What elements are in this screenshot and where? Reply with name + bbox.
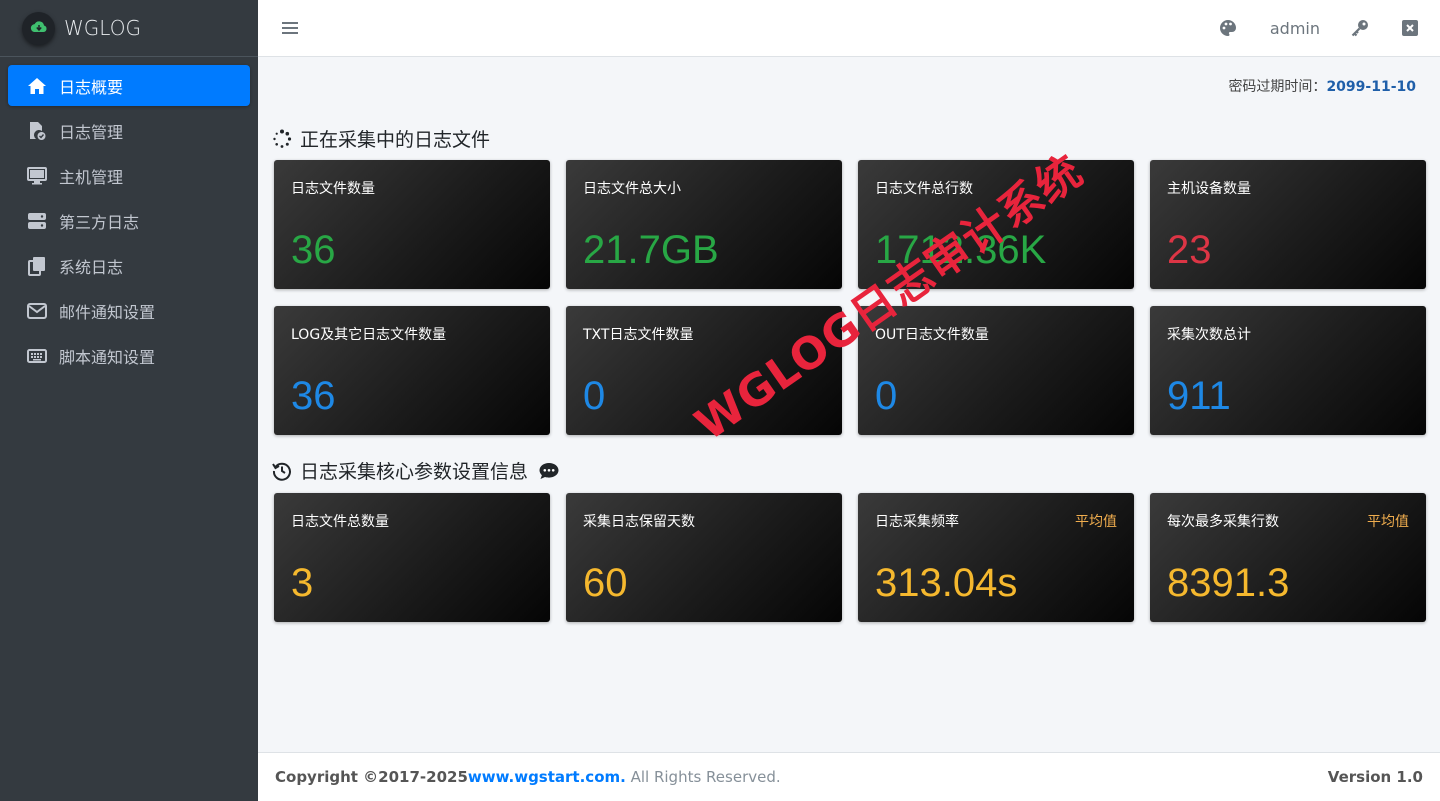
palette-icon[interactable]: [1218, 18, 1238, 38]
sidebar: WGLOG 日志概要 日志管理 主机管理 第三方日志 系统日志 邮件通知设置 脚…: [0, 0, 258, 801]
footer-version: Version 1.0: [1327, 768, 1423, 786]
password-expiry-date: 2099-11-10: [1326, 79, 1416, 95]
server-icon: [26, 210, 48, 232]
username[interactable]: admin: [1270, 19, 1320, 38]
card-value: 911: [1167, 374, 1231, 418]
card-value: 36: [291, 374, 336, 418]
history-icon: [272, 460, 294, 482]
footer-rights: All Rights Reserved.: [625, 768, 781, 786]
navbar-right: admin: [1218, 18, 1440, 38]
stat-card-max-lines: 每次最多采集行数 平均值 8391.3: [1150, 493, 1426, 622]
main-content: 密码过期时间：2099-11-10 正在采集中的日志文件 日志文件数量 36 日…: [258, 57, 1440, 752]
card-value: 0: [583, 374, 606, 418]
card-label: 采集次数总计: [1167, 327, 1251, 343]
stat-card-log-other-count: LOG及其它日志文件数量 36: [274, 306, 550, 435]
card-value: 21.7GB: [583, 228, 719, 272]
stat-card-collect-total: 采集次数总计 911: [1150, 306, 1426, 435]
stat-card-retention-days: 采集日志保留天数 60: [566, 493, 842, 622]
card-value: 0: [875, 374, 898, 418]
brand[interactable]: WGLOG: [0, 0, 258, 57]
bars-icon[interactable]: [282, 16, 302, 40]
card-label: 日志文件总行数: [875, 181, 973, 197]
card-value: 313.04s: [875, 561, 1018, 605]
brand-name: WGLOG: [64, 16, 141, 40]
card-label: 每次最多采集行数: [1167, 514, 1279, 530]
card-label: 日志文件总数量: [291, 514, 389, 530]
close-square-icon[interactable]: [1400, 18, 1420, 38]
section-title-core-params: 日志采集核心参数设置信息: [272, 457, 566, 484]
card-label: 采集日志保留天数: [583, 514, 695, 530]
monitor-icon: [26, 165, 48, 187]
copy-icon: [26, 255, 48, 277]
footer: Copyright ©2017-2025 www.wgstart.com. Al…: [258, 752, 1440, 801]
home-icon: [26, 75, 48, 97]
sidebar-item-label: 日志管理: [59, 122, 124, 142]
spinner-icon: [272, 128, 294, 150]
sidebar-item-log-overview[interactable]: 日志概要: [8, 65, 250, 106]
sidebar-item-label: 系统日志: [59, 257, 124, 277]
card-value: 23: [1167, 228, 1212, 272]
card-label: 日志采集频率: [875, 514, 959, 530]
average-tag: 平均值: [1367, 514, 1409, 530]
card-value: 36: [291, 228, 336, 272]
key-icon[interactable]: [1350, 18, 1370, 38]
sidebar-item-script-notification[interactable]: 脚本通知设置: [8, 335, 250, 376]
card-value: 8391.3: [1167, 561, 1290, 605]
sidebar-nav: 日志概要 日志管理 主机管理 第三方日志 系统日志 邮件通知设置 脚本通知设置: [0, 57, 258, 388]
sidebar-item-label: 脚本通知设置: [59, 347, 156, 367]
sidebar-item-third-party-logs[interactable]: 第三方日志: [8, 200, 250, 241]
stat-card-out-count: OUT日志文件数量 0: [858, 306, 1134, 435]
top-navbar: admin: [258, 0, 1440, 57]
card-label: LOG及其它日志文件数量: [291, 327, 447, 343]
card-value: 3: [291, 561, 314, 605]
section-title-text: 日志采集核心参数设置信息: [300, 461, 529, 483]
card-label: TXT日志文件数量: [583, 327, 694, 343]
envelope-icon: [26, 300, 48, 322]
stat-card-collect-frequency: 日志采集频率 平均值 313.04s: [858, 493, 1134, 622]
sidebar-item-email-notification[interactable]: 邮件通知设置: [8, 290, 250, 331]
sidebar-item-host-management[interactable]: 主机管理: [8, 155, 250, 196]
sidebar-item-label: 第三方日志: [59, 212, 140, 232]
card-label: 主机设备数量: [1167, 181, 1251, 197]
keyboard-icon: [26, 345, 48, 367]
card-label: 日志文件总大小: [583, 181, 681, 197]
file-check-icon: [26, 120, 48, 142]
stat-card-log-file-count: 日志文件数量 36: [274, 160, 550, 289]
password-expiry: 密码过期时间：2099-11-10: [1228, 76, 1416, 96]
average-tag: 平均值: [1075, 514, 1117, 530]
card-value: 60: [583, 561, 628, 605]
stat-card-host-count: 主机设备数量 23: [1150, 160, 1426, 289]
section-title-collecting: 正在采集中的日志文件: [272, 125, 490, 152]
sidebar-item-system-logs[interactable]: 系统日志: [8, 245, 250, 286]
sidebar-item-log-management[interactable]: 日志管理: [8, 110, 250, 151]
cloud-logo-icon: [22, 11, 55, 45]
footer-copyright: Copyright ©2017-2025: [275, 768, 468, 786]
sidebar-item-label: 邮件通知设置: [59, 302, 156, 322]
comment-dots-icon: [538, 460, 560, 482]
sidebar-item-label: 日志概要: [59, 77, 124, 97]
sidebar-item-label: 主机管理: [59, 167, 124, 187]
section-title-text: 正在采集中的日志文件: [300, 129, 491, 151]
card-label: 日志文件数量: [291, 181, 375, 197]
stat-card-log-file-total: 日志文件总数量 3: [274, 493, 550, 622]
stat-card-log-total-size: 日志文件总大小 21.7GB: [566, 160, 842, 289]
footer-site-link[interactable]: www.wgstart.com.: [468, 768, 626, 786]
password-expiry-label: 密码过期时间：: [1228, 79, 1327, 95]
